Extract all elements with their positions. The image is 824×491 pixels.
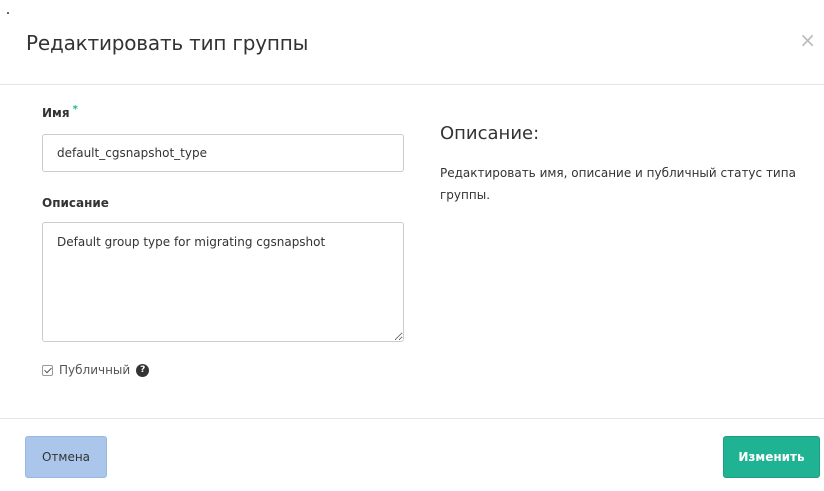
description-heading: Описание: [440,123,540,144]
close-icon[interactable]: × [799,28,816,52]
cancel-button[interactable]: Отмена [25,436,107,478]
submit-button[interactable]: Изменить [723,436,820,478]
modal-header: Редактировать тип группы × [0,0,824,85]
name-label: Имя * [42,104,78,120]
modal-title: Редактировать тип группы [26,31,309,55]
public-checkbox[interactable] [42,364,53,376]
help-icon[interactable]: ? [136,363,150,377]
public-label: Публичный [59,363,131,377]
name-label-text: Имя [42,106,70,120]
modal-footer [0,418,824,491]
public-checkbox-row[interactable]: Публичный ? [42,363,150,377]
name-input[interactable] [42,134,404,172]
description-label: Описание [42,196,109,210]
required-marker: * [72,104,78,115]
description-help-text: Редактировать имя, описание и публичный … [440,166,796,202]
description-textarea[interactable]: Default group type for migrating cgsnaps… [42,222,404,342]
